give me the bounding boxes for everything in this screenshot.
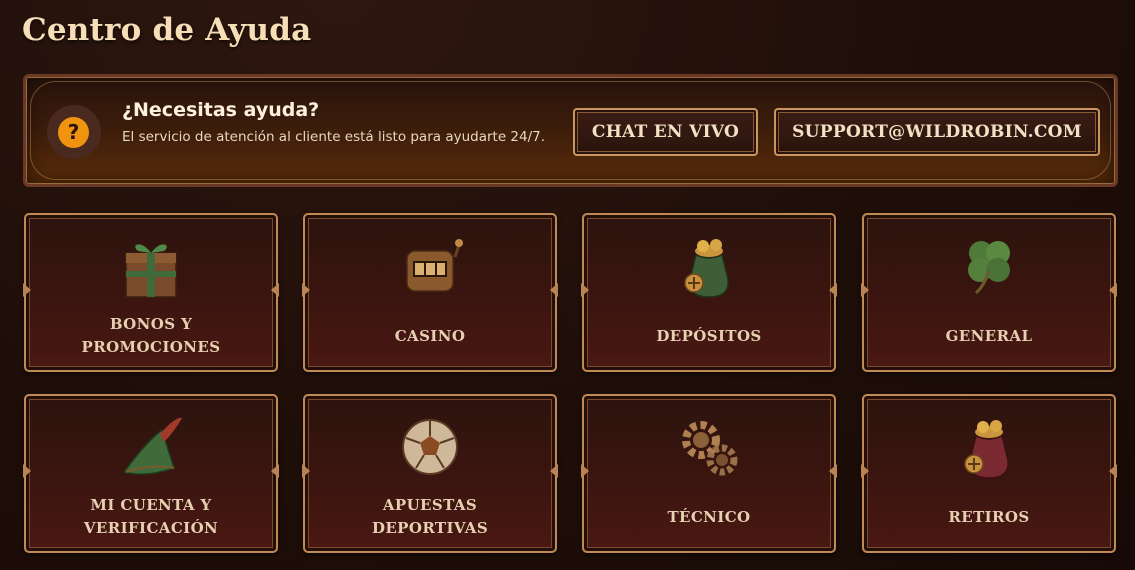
category-card-tecnico[interactable]: TÉCNICO (582, 394, 836, 553)
gift-box-icon (125, 244, 177, 298)
help-heading: ¿Necesitas ayuda? (122, 99, 320, 121)
question-icon: ? (58, 117, 89, 148)
money-bag-green-icon (684, 239, 729, 298)
feathered-hat-icon (122, 417, 182, 475)
category-label: CASINO (394, 327, 466, 345)
category-card-mi-cuenta[interactable]: MI CUENTA Y VERIFICACIÓN (24, 394, 278, 553)
category-card-general[interactable]: GENERAL (862, 213, 1116, 372)
category-card-depositos[interactable]: DEPÓSITOS (582, 213, 836, 372)
category-label: MI CUENTA Y VERIFICACIÓN (83, 496, 219, 537)
help-icon-badge: ? (47, 105, 101, 159)
help-description: El servicio de atención al cliente está … (122, 129, 546, 145)
category-card-apuestas[interactable]: APUESTAS DEPORTIVAS (303, 394, 557, 553)
help-banner: ? ¿Necesitas ayuda? El servicio de atenc… (23, 74, 1118, 187)
category-card-bonos[interactable]: BONOS Y PROMOCIONES (24, 213, 278, 372)
category-label: DEPÓSITOS (656, 327, 762, 345)
support-email-button[interactable]: SUPPORT@WILDROBIN.COM (774, 108, 1100, 156)
live-chat-button[interactable]: CHAT EN VIVO (573, 108, 758, 156)
category-label: GENERAL (945, 327, 1033, 345)
money-bag-red-icon (964, 420, 1009, 479)
soccer-ball-icon (402, 419, 458, 475)
slot-machine-icon (406, 239, 463, 292)
gears-icon (682, 421, 738, 476)
category-card-casino[interactable]: CASINO (303, 213, 557, 372)
page-title: Centro de Ayuda (22, 12, 312, 48)
four-leaf-clover-icon (968, 241, 1010, 295)
category-label: RETIROS (948, 508, 1030, 526)
category-label: BONOS Y PROMOCIONES (81, 315, 221, 356)
category-label: APUESTAS DEPORTIVAS (371, 496, 489, 537)
category-label: TÉCNICO (667, 508, 751, 526)
category-card-retiros[interactable]: RETIROS (862, 394, 1116, 553)
